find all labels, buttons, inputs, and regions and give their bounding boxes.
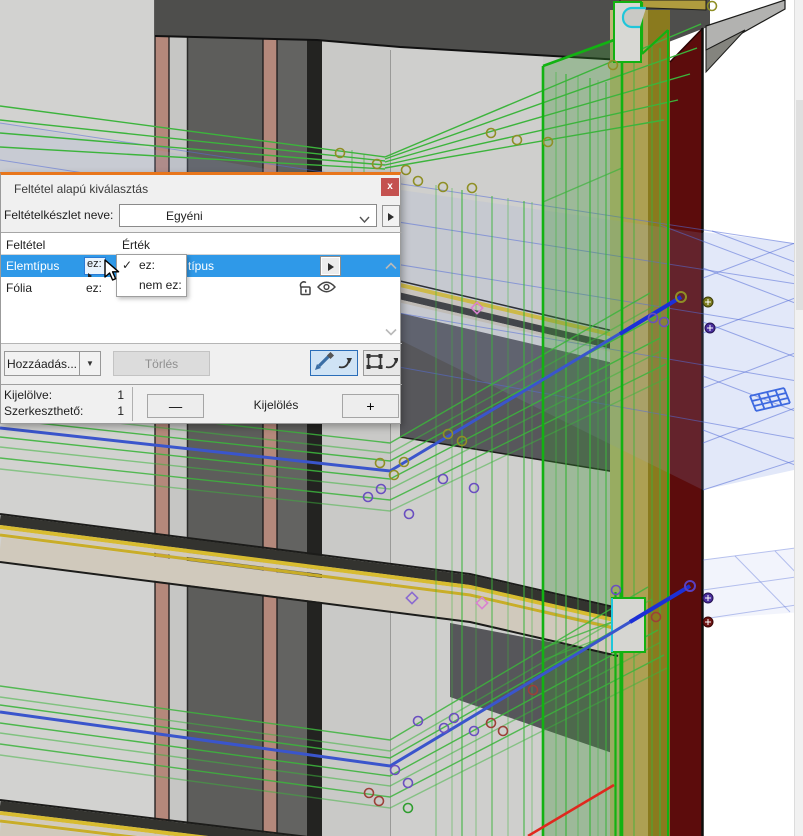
close-button[interactable]: x — [381, 178, 399, 196]
app-screen: Feltétel alapú kiválasztás x Feltételkés… — [0, 0, 803, 836]
viewport-scrollbar[interactable] — [794, 0, 803, 836]
flyout-arrow-icon — [388, 213, 394, 221]
table-row-elemtipus[interactable]: Elemtípus ez: típus — [1, 255, 400, 277]
operator-dropdown-button[interactable]: ez: — [84, 257, 106, 275]
scroll-up-icon[interactable] — [385, 259, 397, 273]
add-button[interactable]: Hozzáadás... — [4, 351, 80, 376]
popup-item-nem-ez[interactable]: nem ez: — [117, 275, 186, 295]
flyout-arrow-icon — [328, 263, 334, 271]
checkmark-icon: ✓ — [122, 255, 132, 275]
criteria-set-combobox[interactable]: Egyéni — [119, 204, 377, 227]
editable-count-value: 1 — [96, 404, 124, 418]
row-name: Fólia — [6, 281, 32, 295]
pickup-settings-button[interactable] — [310, 350, 358, 376]
editable-count-label: Szerkeszthető: — [4, 404, 83, 418]
criteria-set-value: Egyéni — [166, 209, 203, 223]
deselect-button[interactable]: — — [147, 394, 204, 418]
row-operator: ez: — [86, 281, 102, 295]
divider — [132, 387, 133, 421]
selection-dialog: Feltétel alapú kiválasztás x Feltételkés… — [0, 172, 401, 424]
criteria-set-label: Feltételkészlet neve: — [4, 208, 113, 222]
separator — [1, 384, 402, 385]
select-button[interactable]: + — [342, 394, 399, 418]
popup-item-ez[interactable]: ✓ ez: — [117, 255, 186, 275]
column-header-criterion: Feltétel — [6, 238, 45, 252]
selection-label: Kijelölés — [231, 398, 321, 412]
operator-popup-menu: ✓ ez: nem ez: — [116, 254, 187, 297]
selected-count-value: 1 — [96, 388, 124, 402]
row-value-fragment: típus — [188, 259, 214, 273]
curved-arrow-icon — [386, 360, 396, 367]
dialog-title: Feltétel alapú kiválasztás — [14, 182, 148, 196]
viewport-scrollbar-thumb[interactable] — [796, 100, 803, 310]
scroll-down-icon[interactable] — [385, 325, 397, 339]
delete-button[interactable]: Törlés — [113, 351, 210, 376]
unlock-icon — [298, 280, 313, 299]
marquee-settings-button[interactable] — [363, 350, 401, 376]
column-header-value: Érték — [122, 238, 150, 252]
chevron-down-icon — [359, 212, 370, 226]
row-flyout-button[interactable] — [321, 257, 340, 275]
eyedropper-icon — [313, 352, 355, 372]
selected-panel-overlay — [543, 36, 622, 836]
eye-icon — [317, 281, 336, 296]
marquee-icon — [366, 352, 398, 372]
criteria-set-flyout-button[interactable] — [382, 205, 400, 227]
row-name: Elemtípus — [6, 259, 59, 273]
selected-count-label: Kijelölve: — [4, 388, 52, 402]
add-dropdown-button[interactable]: ▼ — [79, 351, 101, 376]
criteria-list: Feltétel Érték Elemtípus ez: típus Fólia… — [1, 233, 400, 343]
table-row-folia[interactable]: Fólia ez: — [1, 277, 400, 299]
separator — [1, 343, 402, 344]
curved-arrow-icon — [339, 360, 349, 367]
